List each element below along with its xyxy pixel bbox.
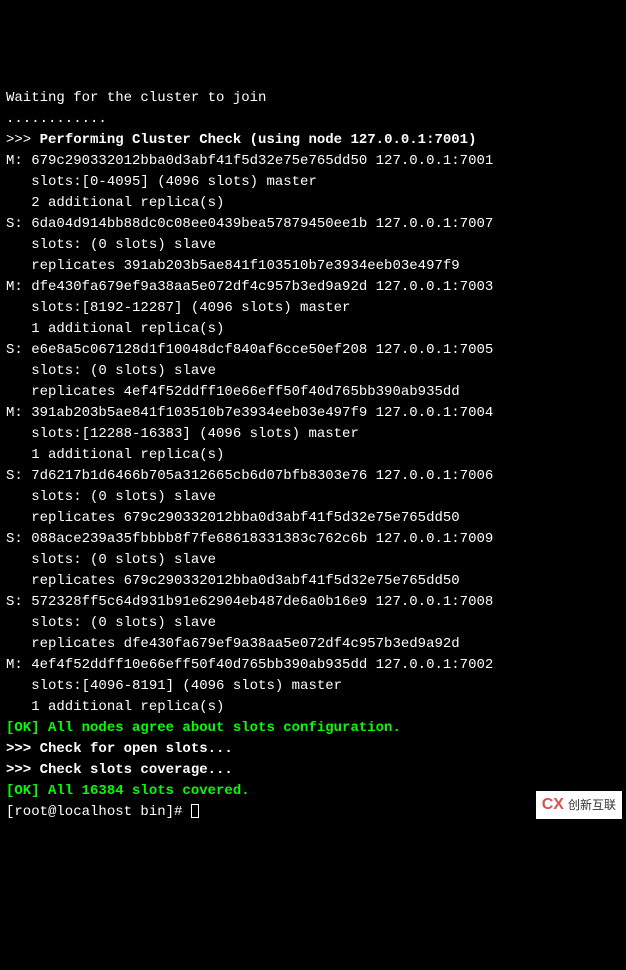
node-line: M: 679c290332012bba0d3abf41f5d32e75e765d… bbox=[6, 153, 493, 169]
check-open-slots: >>> Check for open slots... bbox=[6, 741, 233, 757]
dots-line: ............ bbox=[6, 111, 107, 127]
node-extra: replicates dfe430fa679ef9a38aa5e072df4c9… bbox=[6, 636, 460, 652]
node-slots: slots: (0 slots) slave bbox=[6, 615, 216, 631]
node-slots: slots:[8192-12287] (4096 slots) master bbox=[6, 300, 350, 316]
node-line: M: dfe430fa679ef9a38aa5e072df4c957b3ed9a… bbox=[6, 279, 493, 295]
watermark-logo: CX bbox=[542, 793, 564, 817]
terminal-output: Waiting for the cluster to join ........… bbox=[6, 88, 620, 823]
shell-prompt[interactable]: [root@localhost bin]# bbox=[6, 804, 199, 820]
ok-slots-covered: [OK] All 16384 slots covered. bbox=[6, 783, 250, 799]
ok-slots-agree: [OK] All nodes agree about slots configu… bbox=[6, 720, 401, 736]
cluster-check-line: >>> Performing Cluster Check (using node… bbox=[6, 132, 476, 148]
node-extra: replicates 391ab203b5ae841f103510b7e3934… bbox=[6, 258, 460, 274]
node-slots: slots:[12288-16383] (4096 slots) master bbox=[6, 426, 359, 442]
node-slots: slots: (0 slots) slave bbox=[6, 363, 216, 379]
node-line: M: 391ab203b5ae841f103510b7e3934eeb03e49… bbox=[6, 405, 493, 421]
node-extra: replicates 679c290332012bba0d3abf41f5d32… bbox=[6, 510, 460, 526]
node-extra: replicates 4ef4f52ddff10e66eff50f40d765b… bbox=[6, 384, 460, 400]
node-extra: replicates 679c290332012bba0d3abf41f5d32… bbox=[6, 573, 460, 589]
node-line: S: 088ace239a35fbbbb8f7fe68618331383c762… bbox=[6, 531, 493, 547]
node-slots: slots:[0-4095] (4096 slots) master bbox=[6, 174, 317, 190]
node-line: S: 572328ff5c64d931b91e62904eb487de6a0b1… bbox=[6, 594, 493, 610]
node-line: S: e6e8a5c067128d1f10048dcf840af6cce50ef… bbox=[6, 342, 493, 358]
node-extra: 1 additional replica(s) bbox=[6, 699, 224, 715]
watermark-text: 创新互联 bbox=[568, 796, 616, 814]
watermark: CX 创新互联 bbox=[536, 791, 622, 819]
node-extra: 2 additional replica(s) bbox=[6, 195, 224, 211]
node-line: S: 7d6217b1d6466b705a312665cb6d07bfb8303… bbox=[6, 468, 493, 484]
cursor-icon bbox=[191, 804, 199, 818]
node-line: S: 6da04d914bb88dc0c08ee0439bea57879450e… bbox=[6, 216, 493, 232]
node-slots: slots: (0 slots) slave bbox=[6, 552, 216, 568]
check-slot-coverage: >>> Check slots coverage... bbox=[6, 762, 233, 778]
node-extra: 1 additional replica(s) bbox=[6, 321, 224, 337]
node-slots: slots: (0 slots) slave bbox=[6, 489, 216, 505]
node-extra: 1 additional replica(s) bbox=[6, 447, 224, 463]
wait-line: Waiting for the cluster to join bbox=[6, 90, 266, 106]
node-slots: slots:[4096-8191] (4096 slots) master bbox=[6, 678, 342, 694]
node-line: M: 4ef4f52ddff10e66eff50f40d765bb390ab93… bbox=[6, 657, 493, 673]
node-slots: slots: (0 slots) slave bbox=[6, 237, 216, 253]
